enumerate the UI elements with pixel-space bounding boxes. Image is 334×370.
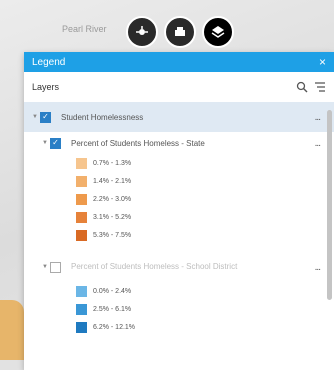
map-place-label: Pearl River — [62, 24, 107, 34]
group-name: Student Homelessness — [61, 112, 144, 122]
legend-item-label: 2.2% - 3.0% — [93, 195, 132, 203]
legend-item: 0.7% - 1.3% — [76, 154, 334, 172]
group-checkbox[interactable] — [40, 111, 51, 123]
close-button[interactable]: × — [319, 56, 326, 68]
layer-more-button-district[interactable]: ... — [315, 262, 321, 273]
legend-item: 3.1% - 5.2% — [76, 208, 334, 226]
color-swatch — [76, 157, 87, 169]
color-swatch — [76, 303, 87, 315]
legend-title: Legend — [32, 56, 66, 68]
collapse-arrow-icon[interactable]: ▼ — [40, 140, 50, 146]
layer-checkbox-state[interactable] — [50, 137, 61, 149]
filter-icon[interactable] — [314, 81, 326, 93]
layers-bar: Layers — [24, 72, 334, 102]
layer-name-district: Percent of Students Homeless - School Di… — [71, 262, 238, 272]
layers-toggle-button[interactable] — [126, 16, 158, 48]
map-region — [0, 300, 24, 360]
layer-row-district[interactable]: ▼ Percent of Students Homeless - School … — [24, 252, 334, 282]
legend-item: 2.5% - 6.1% — [76, 300, 334, 318]
print-button[interactable] — [164, 16, 196, 48]
layer-checkbox-district[interactable] — [50, 261, 61, 273]
collapse-arrow-icon[interactable]: ▼ — [30, 114, 40, 120]
layer-row-state[interactable]: ▼ Percent of Students Homeless - State .… — [24, 132, 334, 154]
layer-group-row[interactable]: ▼ Student Homelessness ... — [24, 102, 334, 132]
legend-item: 6.2% - 12.1% — [76, 318, 334, 336]
legend-item: 5.3% - 7.5% — [76, 226, 334, 244]
color-swatch — [76, 175, 87, 187]
layers-toggle-icon — [136, 26, 148, 35]
layer-more-button-state[interactable]: ... — [315, 138, 321, 149]
layers-label: Layers — [32, 82, 60, 92]
color-swatch — [76, 229, 87, 241]
basemap-button[interactable] — [202, 16, 234, 48]
legend-item-label: 5.3% - 7.5% — [93, 231, 132, 239]
legend-item-label: 3.1% - 5.2% — [93, 213, 132, 221]
color-swatch — [76, 211, 87, 223]
legend-item-label: 6.2% - 12.1% — [93, 323, 136, 331]
legend-item-label: 0.7% - 1.3% — [93, 159, 132, 167]
layers-list[interactable]: ▼ Student Homelessness ... ▼ Percent of … — [24, 102, 334, 370]
scrollbar[interactable] — [327, 110, 332, 300]
collapse-arrow-icon[interactable]: ▼ — [40, 264, 50, 270]
color-swatch — [76, 193, 87, 205]
legend-item: 2.2% - 3.0% — [76, 190, 334, 208]
legend-item-label: 2.5% - 6.1% — [93, 305, 132, 313]
color-swatch — [76, 285, 87, 297]
legend-items-state: 0.7% - 1.3% 1.4% - 2.1% 2.2% - 3.0% 3.1%… — [24, 154, 334, 244]
legend-item: 0.0% - 2.4% — [76, 282, 334, 300]
legend-item: 1.4% - 2.1% — [76, 172, 334, 190]
basemap-icon — [211, 26, 225, 38]
legend-item-label: 1.4% - 2.1% — [93, 177, 132, 185]
legend-items-district: 0.0% - 2.4% 2.5% - 6.1% 6.2% - 12.1% — [24, 282, 334, 336]
layer-name-state: Percent of Students Homeless - State — [71, 138, 205, 148]
layers-tools — [296, 81, 326, 93]
legend-header: Legend × — [24, 52, 334, 72]
group-more-button[interactable]: ... — [315, 112, 321, 123]
legend-panel: Legend × Layers ▼ Student Homelessness .… — [24, 52, 334, 370]
search-icon[interactable] — [296, 81, 308, 93]
print-icon — [175, 27, 185, 36]
color-swatch — [76, 321, 87, 333]
legend-item-label: 0.0% - 2.4% — [93, 287, 132, 295]
